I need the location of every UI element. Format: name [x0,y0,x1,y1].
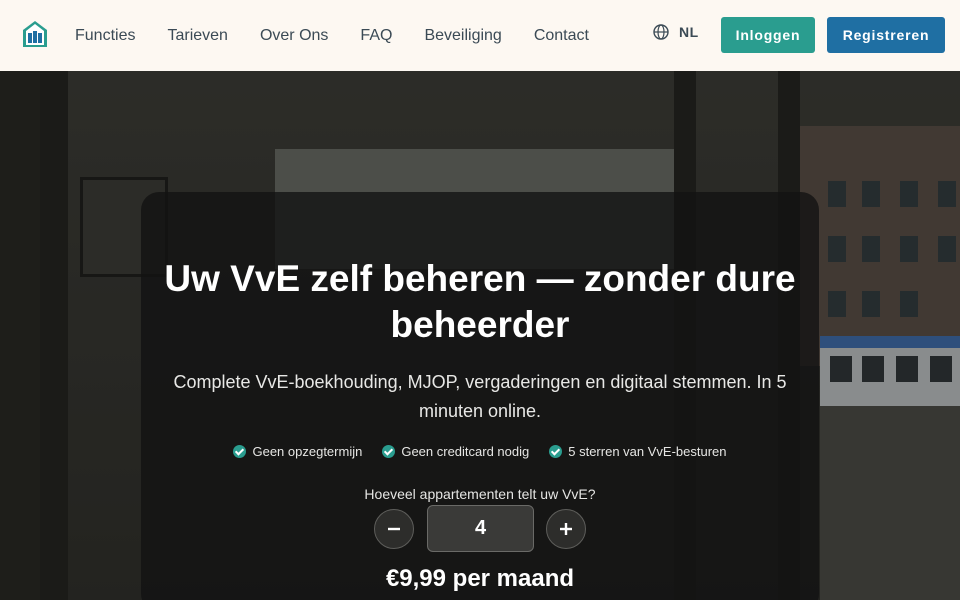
benefit-item: 5 sterren van VvE-besturen [549,444,727,459]
language-label: NL [679,24,699,40]
globe-icon [653,24,669,40]
top-navbar: Functies Tarieven Over Ons FAQ Beveiligi… [0,0,960,71]
benefit-label: Geen opzegtermijn [252,444,363,459]
register-button[interactable]: Registreren [827,17,945,53]
benefit-item: Geen opzegtermijn [233,444,362,459]
increase-button[interactable] [546,509,586,549]
nav-link-tarieven[interactable]: Tarieven [167,27,227,45]
minus-icon [388,527,400,531]
benefit-item: Geen creditcard nodig [382,444,529,459]
nav-link-faq[interactable]: FAQ [360,27,392,45]
check-circle-icon [233,445,247,458]
benefit-label: Geen creditcard nodig [401,444,530,459]
nav-link-functies[interactable]: Functies [75,27,135,45]
hero-subtitle: Complete VvE-boekhouding, MJOP, vergader… [173,372,787,421]
benefit-list: Geen opzegtermijn Geen creditcard nodig … [141,444,819,459]
nav-link-beveiliging[interactable]: Beveiliging [424,27,501,45]
check-circle-icon [382,445,396,458]
benefit-label: 5 sterren van VvE-besturen [568,444,727,459]
nav-link-contact[interactable]: Contact [534,27,589,45]
apartment-count-input[interactable]: 4 [427,505,534,552]
nav-link-over-ons[interactable]: Over Ons [260,27,328,45]
language-switcher[interactable]: NL [653,24,699,40]
price-label: €9,99 per maand [385,565,575,592]
hero-title: Uw VvE zelf beheren — zonder dure beheer… [164,258,796,345]
apartment-count-label: Hoeveel appartementen telt uw VvE? [364,486,596,502]
plus-icon [560,523,572,535]
login-button[interactable]: Inloggen [721,17,815,53]
check-circle-icon [549,445,563,458]
nav-links: Functies Tarieven Over Ons FAQ Beveiligi… [75,0,621,71]
logo-icon[interactable] [22,20,48,48]
decrease-button[interactable] [374,509,414,549]
